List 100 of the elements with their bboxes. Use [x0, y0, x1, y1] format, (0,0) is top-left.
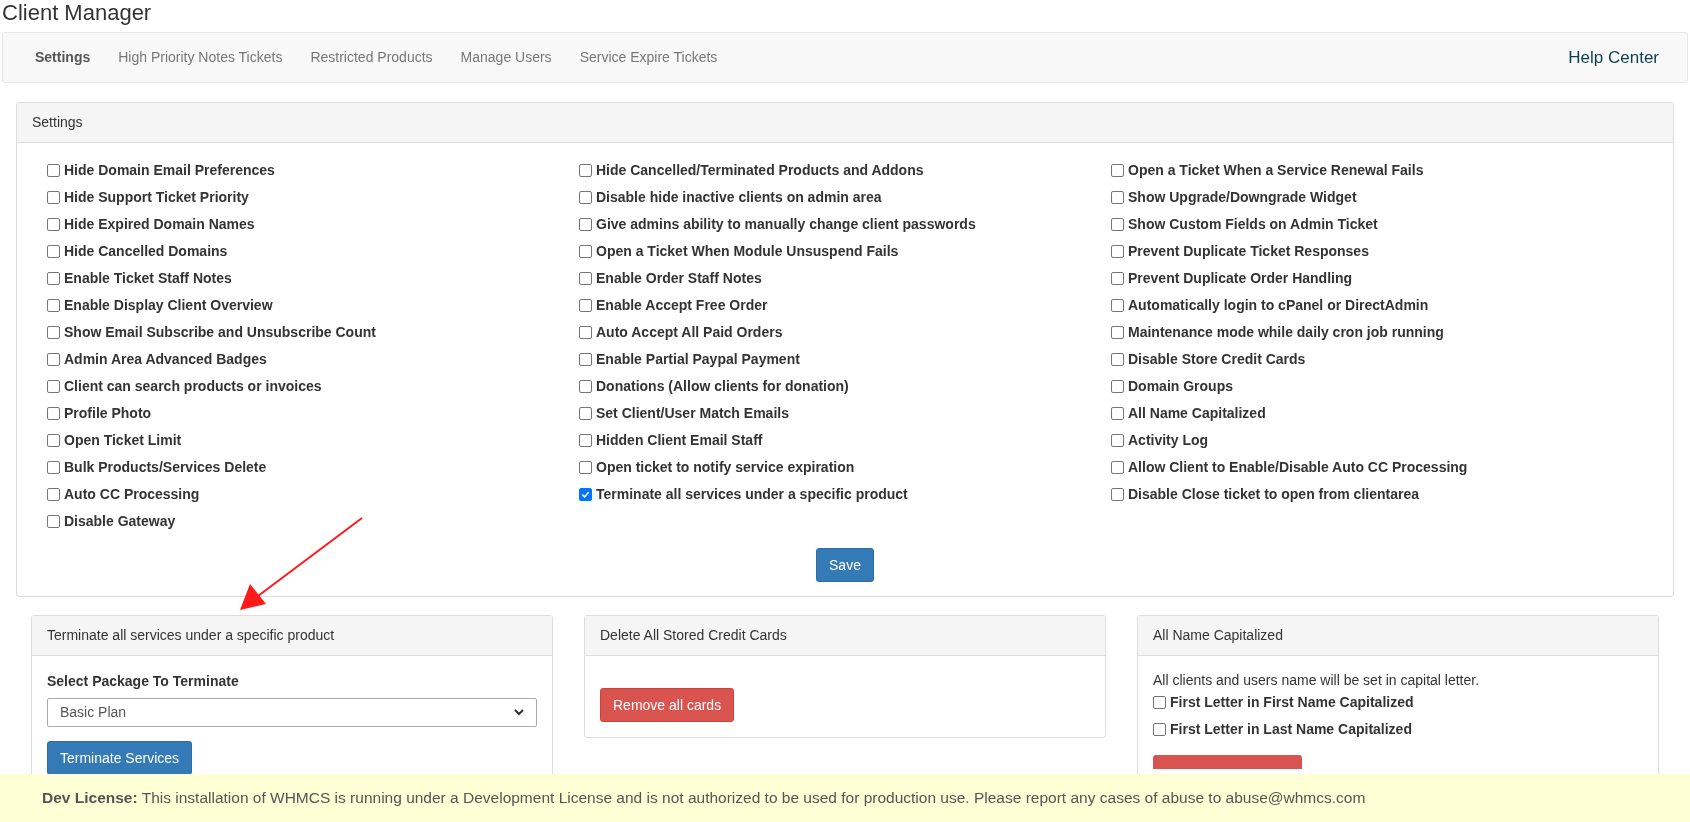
nav-tab[interactable]: Manage Users [460, 47, 552, 68]
setting-label: Terminate all services under a specific product [596, 485, 908, 504]
checkbox[interactable] [47, 245, 60, 258]
setting-label: Hidden Client Email Staff [596, 431, 763, 450]
checkbox[interactable] [1111, 245, 1124, 258]
checkbox[interactable] [579, 461, 592, 474]
checkbox[interactable] [579, 434, 592, 447]
checkbox[interactable] [579, 218, 592, 231]
checkbox[interactable] [1153, 696, 1166, 709]
checkbox[interactable] [1111, 272, 1124, 285]
setting-label: Disable hide inactive clients on admin area [596, 188, 882, 207]
panel-title: Settings [32, 113, 83, 132]
terminate-services-button[interactable]: Terminate Services [47, 741, 193, 775]
setting-label: Hide Domain Email Preferences [64, 161, 275, 180]
checkbox[interactable] [1111, 380, 1124, 393]
setting-label: Maintenance mode while daily cron job running [1128, 323, 1444, 342]
nav-tab[interactable]: Restricted Products [310, 47, 433, 68]
setting-label: Show Upgrade/Downgrade Widget [1128, 188, 1357, 207]
setting-label: Allow Client to Enable/Disable Auto CC Processing [1128, 458, 1468, 477]
setting-label: Donations (Allow clients for donation) [596, 377, 849, 396]
remove-cards-button[interactable]: Remove all cards [600, 688, 735, 722]
setting-label: Domain Groups [1128, 377, 1233, 396]
help-center-link[interactable]: Help Center [1568, 44, 1659, 71]
checkbox[interactable] [47, 407, 60, 420]
setting-label: Enable Partial Paypal Payment [596, 350, 800, 369]
option-label: First Letter in Last Name Capitalized [1170, 720, 1412, 739]
setting-label: Give admins ability to manually change client passwords [596, 215, 976, 234]
checkmark-icon [581, 490, 590, 499]
setting-label: Activity Log [1128, 431, 1209, 450]
checkbox[interactable] [1111, 434, 1124, 447]
checkbox[interactable] [1111, 488, 1124, 501]
checkbox[interactable] [1111, 353, 1124, 366]
setting-label: Profile Photo [64, 404, 152, 423]
setting-label: Prevent Duplicate Order Handling [1128, 269, 1353, 288]
setting-label: Bulk Products/Services Delete [64, 458, 267, 477]
checkbox[interactable] [47, 218, 60, 231]
package-select[interactable]: Basic Plan [47, 698, 537, 727]
setting-label: Hide Expired Domain Names [64, 215, 255, 234]
checkbox[interactable] [579, 380, 592, 393]
setting-label: Enable Ticket Staff Notes [64, 269, 232, 288]
option-label: First Letter in First Name Capitalized [1170, 693, 1414, 712]
checkbox[interactable] [47, 488, 60, 501]
setting-label: Hide Cancelled/Terminated Products and Addons [596, 161, 924, 180]
checkbox[interactable] [579, 164, 592, 177]
save-button[interactable]: Save [816, 548, 874, 582]
checkbox[interactable] [579, 191, 592, 204]
setting-label: Admin Area Advanced Badges [64, 350, 267, 369]
setting-label: Show Custom Fields on Admin Ticket [1128, 215, 1378, 234]
setting-label: Hide Support Ticket Priority [64, 188, 249, 207]
field-label: Select Package To Terminate [47, 672, 240, 691]
setting-label: Client can search products or invoices [64, 377, 322, 396]
checkbox[interactable] [1111, 326, 1124, 339]
checkbox[interactable] [1111, 191, 1124, 204]
setting-label: Prevent Duplicate Ticket Responses [1128, 242, 1369, 261]
panel-description: All clients and users name will be set in capital letter. [1153, 671, 1480, 689]
checkbox[interactable] [1111, 461, 1124, 474]
panel-title: All Name Capitalized [1153, 626, 1283, 645]
checkbox[interactable] [1111, 164, 1124, 177]
checkbox[interactable] [47, 272, 60, 285]
setting-label: All Name Capitalized [1128, 404, 1266, 423]
setting-label: Enable Accept Free Order [596, 296, 768, 315]
checkbox[interactable] [579, 245, 592, 258]
checkbox[interactable] [47, 380, 60, 393]
checkbox[interactable] [579, 299, 592, 312]
page-title: Client Manager [2, 0, 152, 26]
checkbox[interactable] [47, 515, 60, 528]
nav-tab[interactable]: High Priority Notes Tickets [118, 47, 283, 68]
setting-label: Disable Store Credit Cards [1128, 350, 1306, 369]
checkbox[interactable] [1111, 218, 1124, 231]
checkbox[interactable] [579, 353, 592, 366]
setting-label: Open a Ticket When a Service Renewal Fails [1128, 161, 1424, 180]
checkbox[interactable] [579, 326, 592, 339]
checkbox[interactable] [579, 272, 592, 285]
checkbox[interactable] [47, 326, 60, 339]
checkbox[interactable] [1111, 299, 1124, 312]
checkbox[interactable] [47, 353, 60, 366]
setting-label: Open ticket to notify service expiration [596, 458, 855, 477]
setting-label: Open a Ticket When Module Unsuspend Fails [596, 242, 899, 261]
nav-tab[interactable]: Service Expire Tickets [579, 47, 718, 68]
checkbox[interactable] [1111, 407, 1124, 420]
checkbox[interactable] [47, 434, 60, 447]
checkbox[interactable] [47, 461, 60, 474]
checkbox[interactable] [47, 299, 60, 312]
setting-label: Set Client/User Match Emails [596, 404, 789, 423]
panel-title: Terminate all services under a specific product [47, 626, 335, 645]
checkbox[interactable] [579, 407, 592, 420]
setting-label: Hide Cancelled Domains [64, 242, 228, 261]
checkbox[interactable] [579, 488, 592, 501]
license-message: Dev License: This installation of WHMCS is running under a Development License and is not authorized to be used for production use. Please report any cases of abuse to abuse@whmcs.com [42, 788, 1366, 809]
setting-label: Automatically login to cPanel or DirectAdmin [1128, 296, 1429, 315]
checkbox[interactable] [47, 164, 60, 177]
checkbox[interactable] [1153, 723, 1166, 736]
panel-title: Delete All Stored Credit Cards [600, 626, 787, 645]
setting-label: Open Ticket Limit [64, 431, 182, 450]
chevron-down-icon [514, 709, 524, 716]
checkbox[interactable] [47, 191, 60, 204]
nav-tab[interactable]: Settings [35, 47, 91, 68]
setting-label: Auto CC Processing [64, 485, 200, 504]
setting-label: Enable Order Staff Notes [596, 269, 762, 288]
setting-label: Disable Close ticket to open from clientarea [1128, 485, 1419, 504]
